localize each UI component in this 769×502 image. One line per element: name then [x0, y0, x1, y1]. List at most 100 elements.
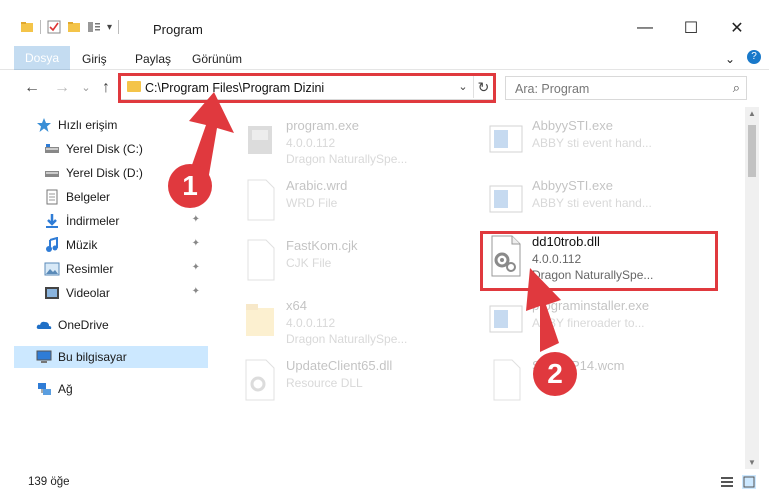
sidebar-item-label: Müzik	[66, 238, 98, 252]
exe-icon	[489, 125, 523, 153]
drive-icon	[45, 171, 59, 177]
file-description: Dragon NaturallySpe...	[286, 152, 408, 166]
sidebar-item-network[interactable]: Ağ	[36, 378, 206, 400]
sidebar-item-onedrive[interactable]: OneDrive	[36, 314, 206, 336]
file-name: x64	[286, 298, 307, 313]
sidebar-item-this-pc[interactable]: Bu bilgisayar	[14, 346, 208, 368]
file-item[interactable]: AbbyySTI.exe ABBY sti event hand...	[480, 174, 720, 230]
toolbar-separator	[40, 20, 41, 34]
item-count: 139 öğe	[28, 476, 70, 488]
file-item[interactable]: SCBWP14.wcm	[480, 354, 720, 410]
view-options-icon[interactable]	[87, 20, 101, 34]
file-name: AbbyySTI.exe	[532, 178, 613, 193]
new-folder-icon[interactable]	[67, 20, 81, 34]
search-input[interactable]: Ara: Program	[515, 82, 589, 96]
file-item[interactable]: AbbyySTI.exe ABBY sti event hand...	[480, 114, 720, 170]
navigation-pane: Hızlı erişim Yerel Disk (C:) Yerel Disk …	[0, 110, 210, 466]
sidebar-item-videos[interactable]: Videolar ✦	[44, 282, 206, 304]
video-icon	[45, 287, 59, 299]
chevron-down-icon[interactable]: ⌄	[725, 48, 735, 70]
sidebar-item-quick-access[interactable]: Hızlı erişim	[36, 114, 206, 136]
sidebar-item-label: OneDrive	[58, 318, 109, 332]
toolbar-separator	[118, 20, 120, 34]
file-name: Arabic.wrd	[286, 178, 348, 193]
file-name: AbbyySTI.exe	[532, 118, 613, 133]
drive-icon	[45, 144, 59, 153]
file-item[interactable]: Arabic.wrd WRD File	[234, 174, 474, 230]
status-bar: 139 öğe	[0, 469, 769, 495]
computer-icon	[36, 350, 52, 363]
search-icon[interactable]: ⌕	[733, 80, 740, 96]
pin-icon[interactable]: ✦	[192, 262, 200, 273]
customize-toolbar-icon[interactable]: ▾	[107, 22, 112, 33]
exe-icon	[248, 126, 272, 154]
exe-icon	[489, 185, 523, 213]
sidebar-item-label: Bu bilgisayar	[58, 350, 127, 364]
dll-gear-icon	[245, 359, 275, 401]
step-marker-2: 2	[533, 352, 577, 396]
documents-icon	[46, 189, 58, 205]
step-marker-1: 1	[168, 164, 212, 208]
tab-view[interactable]: Görünüm	[192, 48, 242, 70]
network-icon	[38, 383, 51, 395]
scroll-down-icon[interactable]: ▼	[745, 458, 759, 467]
sidebar-item-disk-c[interactable]: Yerel Disk (C:)	[44, 138, 206, 160]
file-item[interactable]: FastKom.cjk CJK File	[234, 234, 474, 290]
minimize-button[interactable]: —	[622, 12, 668, 44]
pin-icon[interactable]: ✦	[192, 214, 200, 225]
large-icons-view-icon[interactable]	[742, 475, 756, 489]
star-icon	[37, 118, 51, 132]
file-version: 4.0.0.112	[286, 136, 336, 150]
up-button[interactable]: ↑	[96, 77, 116, 99]
sidebar-item-label: Videolar	[66, 286, 110, 300]
folder-icon	[21, 22, 33, 32]
tab-file[interactable]: Dosya	[14, 46, 70, 70]
maximize-button[interactable]: ☐	[668, 12, 714, 44]
title-bar: ▾ Program — ☐ ✕	[0, 0, 769, 44]
file-item[interactable]: program.exe 4.0.0.112 Dragon NaturallySp…	[234, 114, 474, 170]
sidebar-item-downloads[interactable]: İndirmeler ✦	[44, 210, 206, 232]
sidebar-item-pictures[interactable]: Resimler ✦	[44, 258, 206, 280]
forward-button[interactable]: →	[52, 77, 72, 99]
vertical-scrollbar[interactable]: ▲ ▼	[745, 107, 759, 469]
file-type: WRD File	[286, 196, 338, 210]
exe-icon	[489, 305, 523, 333]
file-item[interactable]: programinstaller.exe ABBY fineroader to.…	[480, 294, 720, 350]
file-highlight-box	[480, 231, 718, 291]
quick-access-toolbar: ▾	[20, 20, 120, 34]
cloud-icon	[36, 321, 52, 329]
pin-icon[interactable]: ✦	[192, 286, 200, 297]
sidebar-item-label: Belgeler	[66, 190, 111, 204]
pictures-icon	[44, 262, 60, 276]
search-box[interactable]: Ara: Program ⌕	[505, 76, 747, 100]
pin-icon[interactable]: ✦	[192, 238, 200, 249]
file-version: 4.0.0.112	[286, 316, 336, 330]
music-icon	[46, 237, 58, 252]
folder-icon	[246, 304, 274, 336]
tab-home[interactable]: Giriş	[82, 48, 107, 70]
scroll-thumb[interactable]	[748, 125, 756, 177]
download-icon	[46, 214, 58, 228]
file-name: program.exe	[286, 118, 359, 133]
ribbon: Giriş Paylaş Görünüm ⌄ ?	[0, 44, 769, 70]
help-icon[interactable]: ?	[747, 50, 761, 64]
file-type: CJK File	[286, 256, 332, 270]
file-name: programinstaller.exe	[532, 298, 650, 313]
file-description: ABBY sti event hand...	[532, 196, 652, 210]
scroll-up-icon[interactable]: ▲	[745, 109, 759, 118]
sidebar-item-music[interactable]: Müzik ✦	[44, 234, 206, 256]
file-name: FastKom.cjk	[286, 238, 358, 253]
details-view-icon[interactable]	[720, 475, 734, 489]
back-button[interactable]: ←	[22, 77, 42, 99]
close-button[interactable]: ✕	[714, 12, 760, 44]
document-icon	[493, 359, 521, 401]
properties-icon[interactable]	[47, 20, 61, 34]
file-item[interactable]: UpdateClient65.dll Resource DLL	[234, 354, 474, 410]
tab-share[interactable]: Paylaş	[135, 48, 171, 70]
file-item[interactable]: x64 4.0.0.112 Dragon NaturallySpe...	[234, 294, 474, 350]
file-description: ABBY sti event hand...	[532, 136, 652, 150]
file-description: Dragon NaturallySpe...	[286, 332, 408, 346]
window-title: Program	[153, 22, 203, 37]
recent-locations-button[interactable]: ⌄	[76, 77, 96, 99]
sidebar-item-label: Yerel Disk (C:)	[66, 142, 143, 156]
